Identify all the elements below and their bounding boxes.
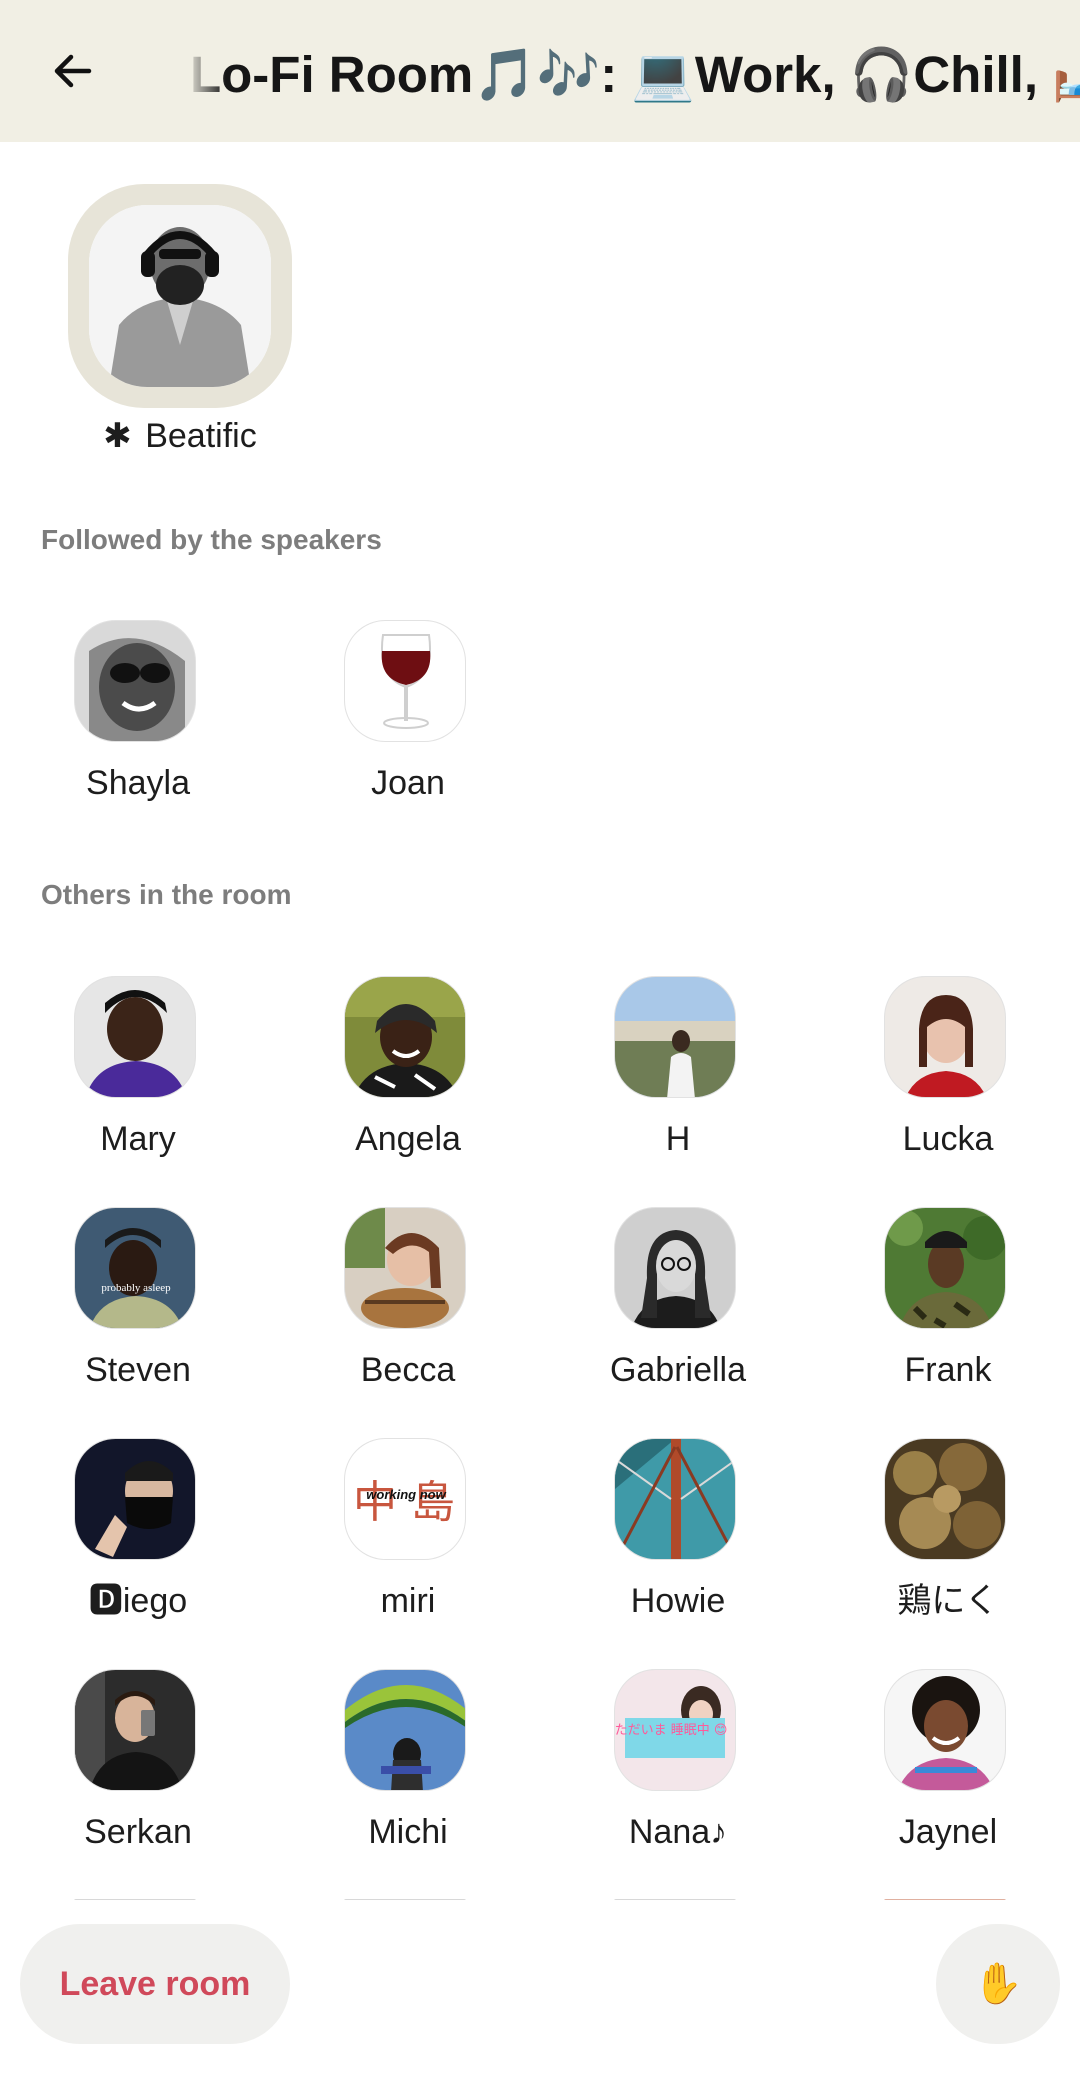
avatar [74, 620, 196, 742]
listener-tile[interactable]: 鶏にく [848, 1438, 1048, 1658]
avatar [614, 1438, 736, 1560]
bottom-action-bar: Leave room ✋ [0, 1900, 1080, 2088]
listener-name: Michi [368, 1813, 448, 1851]
avatar: probably asleep [74, 1207, 196, 1329]
listener-name: Steven [85, 1351, 191, 1389]
avatar [344, 1207, 466, 1329]
avatar [884, 1669, 1006, 1791]
listener-name: Angela [355, 1120, 461, 1158]
listener-tile[interactable]: Frank [848, 1207, 1048, 1427]
listener-tile[interactable]: Serkan [38, 1669, 238, 1889]
avatar: 中 島 working now [344, 1438, 466, 1560]
listener-tile[interactable]: 🅳iego [38, 1438, 238, 1658]
listener-tile[interactable]: Joan [308, 620, 508, 840]
avatar-caption: probably asleep [101, 1282, 171, 1294]
leave-room-button[interactable]: Leave room [20, 1924, 290, 2044]
others-section-label: Others in the room [41, 879, 292, 910]
listener-name: Shayla [86, 764, 190, 802]
listener-tile[interactable]: Angela [308, 976, 508, 1196]
listener-name: Becca [360, 1351, 456, 1389]
speaker-avatar-frame[interactable] [68, 184, 292, 408]
listener-tile[interactable]: Becca [308, 1207, 508, 1427]
listener-name: Gabriella [609, 1351, 747, 1389]
avatar [614, 976, 736, 1098]
svg-text:島: 島 [411, 1477, 455, 1528]
listener-name: 🅳iego [88, 1582, 188, 1620]
avatar [614, 1207, 736, 1329]
avatar [884, 976, 1006, 1098]
avatar [74, 1669, 196, 1791]
room-title: Lo-Fi Room🎵🎶: 💻Work, 🎧Chill, 🛏️ [190, 46, 1080, 103]
back-button[interactable] [38, 36, 108, 106]
avatar [884, 1438, 1006, 1560]
listener-name: Serkan [84, 1813, 192, 1851]
listener-name: Lucka [902, 1120, 994, 1158]
listener-tile[interactable]: Lucka [848, 976, 1048, 1196]
raise-hand-button[interactable]: ✋ [936, 1924, 1060, 2044]
listener-name: H [665, 1120, 691, 1158]
avatar [74, 1438, 196, 1560]
avatar [344, 620, 466, 742]
listener-name: Joan [371, 764, 445, 802]
listener-tile[interactable]: Gabriella [578, 1207, 778, 1427]
raised-hand-icon: ✋ [973, 1962, 1023, 2006]
avatar [74, 976, 196, 1098]
listener-name: Jaynel [898, 1813, 998, 1851]
listener-name: Nana♪ [628, 1813, 728, 1851]
listener-tile[interactable]: Shayla [38, 620, 238, 840]
listener-tile[interactable]: Howie [578, 1438, 778, 1658]
avatar [344, 1669, 466, 1791]
listener-tile[interactable]: H [578, 976, 778, 1196]
avatar-caption: ただいま 睡眠中 😊 [615, 1723, 727, 1738]
avatar: ただいま 睡眠中 😊 [614, 1669, 736, 1791]
listener-name: Howie [630, 1582, 726, 1620]
listener-tile[interactable]: Michi [308, 1669, 508, 1889]
listener-tile[interactable]: Mary [38, 976, 238, 1196]
listener-name: 鶏にく [897, 1582, 999, 1620]
moderator-icon: ✱ [103, 417, 132, 455]
listener-tile[interactable]: 中 島 working now miri [308, 1438, 508, 1658]
listener-name: Frank [904, 1351, 992, 1389]
listener-tile[interactable]: probably asleep Steven [38, 1207, 238, 1427]
avatar [884, 1207, 1006, 1329]
room-header: Lo-Fi Room🎵🎶: 💻Work, 🎧Chill, 🛏️ [0, 0, 1080, 142]
listener-name: Mary [100, 1120, 176, 1158]
title-fade [186, 36, 226, 110]
avatar-caption: working now [366, 1487, 446, 1502]
listener-tile[interactable]: Jaynel [848, 1669, 1048, 1889]
followed-section-label: Followed by the speakers [41, 524, 382, 555]
speaker-avatar [89, 205, 271, 387]
arrow-left-icon [54, 54, 92, 88]
avatar [344, 976, 466, 1098]
speaker-name-label: Beatific [145, 417, 257, 455]
svg-text:中: 中 [353, 1477, 397, 1528]
speaker-name: ✱ Beatific [40, 408, 320, 464]
listener-name: miri [380, 1582, 436, 1620]
listener-tile[interactable]: ただいま 睡眠中 😊 Nana♪ [578, 1669, 778, 1889]
